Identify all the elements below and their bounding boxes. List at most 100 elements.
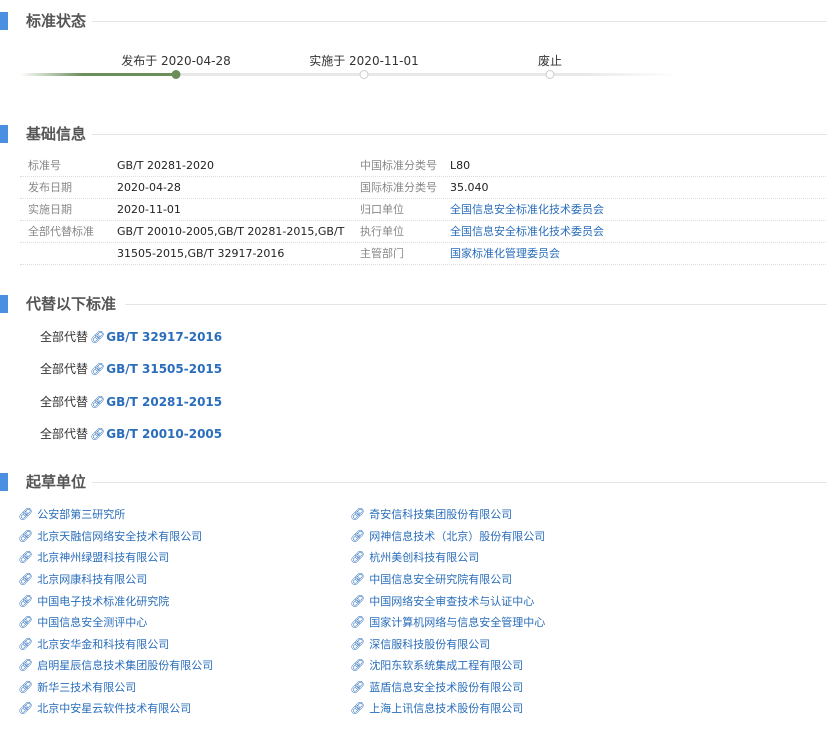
info-value: 2020-04-28 <box>117 181 181 194</box>
status-section-header: 标准状态 <box>0 12 827 32</box>
timeline-dot-effective <box>359 70 369 79</box>
info-key: 中国标准分类号 <box>360 159 437 172</box>
link-icon: 🔗︎ <box>350 594 366 608</box>
timeline-progress <box>20 73 176 76</box>
drafting-unit-link[interactable]: 🔗︎ 新华三技术有限公司 <box>18 680 136 695</box>
link-icon: 🔗︎ <box>18 594 34 608</box>
section-title: 标准状态 <box>26 12 87 30</box>
replace-prefix: 全部代替 <box>40 427 89 441</box>
drafting-unit-link[interactable]: 🔗︎ 中国信息安全测评中心 <box>18 615 147 630</box>
info-value: GB/T 20010-2005,GB/T 20281-2015,GB/T <box>117 225 345 238</box>
replace-prefix: 全部代替 <box>40 362 89 376</box>
info-row: 实施日期 2020-11-01 归口单位 全国信息安全标准化技术委员会 <box>20 199 826 221</box>
drafting-unit-link[interactable]: 🔗︎ 北京安华金和科技有限公司 <box>18 637 169 652</box>
drafting-unit-link[interactable]: 🔗︎ 中国电子技术标准化研究院 <box>18 594 169 609</box>
drafting-unit-link[interactable]: 🔗︎ 北京网康科技有限公司 <box>18 572 147 587</box>
drafting-unit-link[interactable]: 🔗︎ 国家计算机网络与信息安全管理中心 <box>350 615 545 630</box>
timeline-dot-published <box>171 70 181 79</box>
drafting-unit-link[interactable]: 🔗︎ 北京天融信网络安全技术有限公司 <box>18 529 202 544</box>
info-row: 31505-2015,GB/T 32917-2016 主管部门 国家标准化管理委… <box>20 243 826 265</box>
link-icon: 🔗︎ <box>350 615 366 629</box>
info-value: L80 <box>450 159 471 172</box>
info-key: 全部代替标准 <box>28 225 94 238</box>
link-icon: 🔗︎ <box>18 637 34 651</box>
replace-prefix: 全部代替 <box>40 330 89 344</box>
section-marker <box>0 473 8 491</box>
link-icon: 🔗︎ <box>90 362 106 376</box>
link-icon: 🔗︎ <box>350 680 366 694</box>
drafting-unit-link[interactable]: 🔗︎ 北京中安星云软件技术有限公司 <box>18 701 191 716</box>
replaced-standard-item: 全部代替 🔗︎GB/T 20010-2005 <box>40 425 222 442</box>
replaces-section-header: 代替以下标准 <box>0 295 827 315</box>
drafting-unit-link[interactable]: 🔗︎ 上海上讯信息技术股份有限公司 <box>350 701 523 716</box>
technical-committee-link[interactable]: 全国信息安全标准化技术委员会 <box>450 199 604 220</box>
link-icon: 🔗︎ <box>18 615 34 629</box>
section-title: 基础信息 <box>26 125 87 143</box>
info-value: 31505-2015,GB/T 32917-2016 <box>117 247 285 260</box>
info-key: 标准号 <box>28 159 61 172</box>
basic-section-header: 基础信息 <box>0 125 827 145</box>
drafting-unit-link[interactable]: 🔗︎ 沈阳东软系统集成工程有限公司 <box>350 658 523 673</box>
info-value: 2020-11-01 <box>117 203 181 216</box>
link-icon: 🔗︎ <box>90 395 106 409</box>
drafting-unit-link[interactable]: 🔗︎ 奇安信科技集团股份有限公司 <box>350 507 512 522</box>
drafting-unit-link[interactable]: 🔗︎ 杭州美创科技有限公司 <box>350 550 479 565</box>
replaced-standard-link[interactable]: GB/T 20010-2005 <box>106 427 222 441</box>
info-key: 归口单位 <box>360 203 404 216</box>
link-icon: 🔗︎ <box>18 701 34 715</box>
link-icon: 🔗︎ <box>18 680 34 694</box>
section-title: 代替以下标准 <box>26 295 117 313</box>
replaced-standard-item: 全部代替 🔗︎GB/T 31505-2015 <box>40 360 222 377</box>
drafting-unit-link[interactable]: 🔗︎ 公安部第三研究所 <box>18 507 125 522</box>
info-row: 标准号 GB/T 20281-2020 中国标准分类号 L80 <box>20 155 826 177</box>
drafters-section-header: 起草单位 <box>0 473 827 493</box>
section-marker <box>0 125 8 143</box>
info-key: 发布日期 <box>28 181 72 194</box>
section-title: 起草单位 <box>26 473 87 491</box>
link-icon: 🔗︎ <box>90 427 106 441</box>
info-key: 执行单位 <box>360 225 404 238</box>
info-key: 主管部门 <box>360 247 404 260</box>
info-value: GB/T 20281-2020 <box>117 159 214 172</box>
link-icon: 🔗︎ <box>350 507 366 521</box>
info-row: 发布日期 2020-04-28 国际标准分类号 35.040 <box>20 177 826 199</box>
info-key: 实施日期 <box>28 203 72 216</box>
section-divider <box>92 21 827 22</box>
drafting-unit-link[interactable]: 🔗︎ 蓝盾信息安全技术股份有限公司 <box>350 680 523 695</box>
link-icon: 🔗︎ <box>350 550 366 564</box>
link-icon: 🔗︎ <box>350 529 366 543</box>
timeline-step-abolished: 废止 <box>537 54 563 68</box>
link-icon: 🔗︎ <box>350 658 366 672</box>
link-icon: 🔗︎ <box>18 529 34 543</box>
drafting-unit-link[interactable]: 🔗︎ 深信服科技股份有限公司 <box>350 637 490 652</box>
executing-unit-link[interactable]: 全国信息安全标准化技术委员会 <box>450 221 604 242</box>
info-row: 全部代替标准 GB/T 20010-2005,GB/T 20281-2015,G… <box>20 221 826 243</box>
replaced-standard-item: 全部代替 🔗︎GB/T 32917-2016 <box>40 328 222 345</box>
link-icon: 🔗︎ <box>18 550 34 564</box>
replace-prefix: 全部代替 <box>40 395 89 409</box>
info-value: 35.040 <box>450 181 489 194</box>
replaced-standard-link[interactable]: GB/T 20281-2015 <box>106 395 222 409</box>
link-icon: 🔗︎ <box>18 658 34 672</box>
section-marker <box>0 295 8 313</box>
replaced-standard-link[interactable]: GB/T 32917-2016 <box>106 330 222 344</box>
link-icon: 🔗︎ <box>350 637 366 651</box>
link-icon: 🔗︎ <box>350 572 366 586</box>
drafting-unit-link[interactable]: 🔗︎ 中国网络安全审查技术与认证中心 <box>350 594 534 609</box>
link-icon: 🔗︎ <box>350 701 366 715</box>
drafting-unit-link[interactable]: 🔗︎ 北京神州绿盟科技有限公司 <box>18 550 169 565</box>
replaced-standard-link[interactable]: GB/T 31505-2015 <box>106 362 222 376</box>
link-icon: 🔗︎ <box>90 330 106 344</box>
competent-department-link[interactable]: 国家标准化管理委员会 <box>450 243 560 264</box>
section-marker <box>0 12 8 30</box>
section-divider <box>92 134 827 135</box>
drafting-unit-link[interactable]: 🔗︎ 启明星辰信息技术集团股份有限公司 <box>18 658 213 673</box>
timeline-step-effective: 实施于 2020-11-01 <box>309 54 419 68</box>
section-divider <box>125 304 827 305</box>
timeline-step-published: 发布于 2020-04-28 <box>121 54 231 68</box>
drafting-unit-link[interactable]: 🔗︎ 中国信息安全研究院有限公司 <box>350 572 512 587</box>
link-icon: 🔗︎ <box>18 572 34 586</box>
drafting-unit-link[interactable]: 🔗︎ 网神信息技术（北京）股份有限公司 <box>350 529 545 544</box>
link-icon: 🔗︎ <box>18 507 34 521</box>
info-key: 国际标准分类号 <box>360 181 437 194</box>
